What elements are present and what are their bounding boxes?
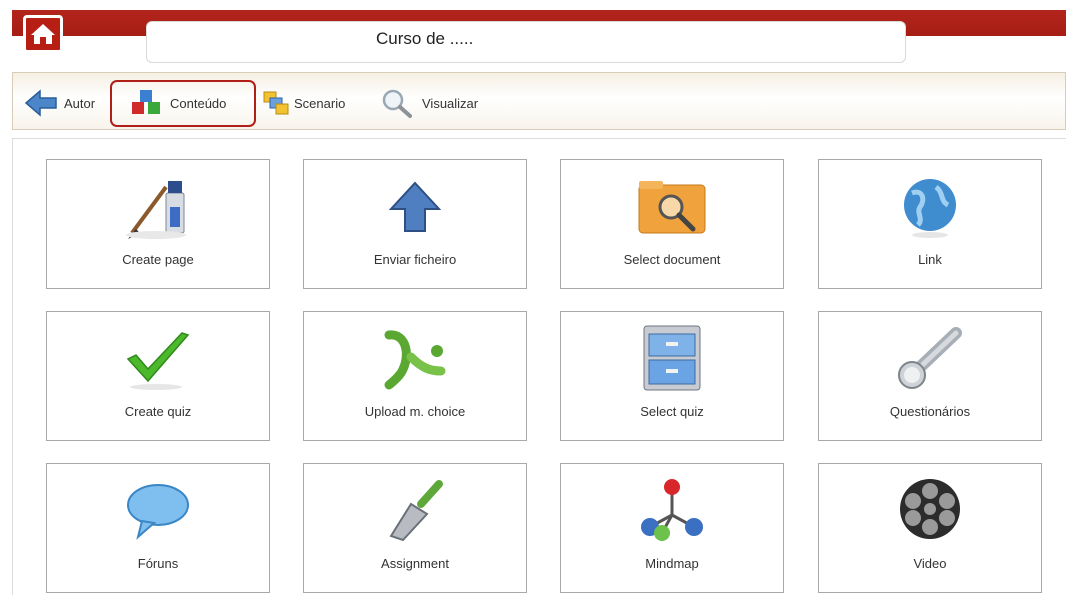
- filing-cabinet-icon: [632, 322, 712, 396]
- paintbrush-icon: [118, 170, 198, 244]
- tile-mindmap[interactable]: Mindmap: [560, 463, 784, 593]
- home-button[interactable]: [23, 15, 63, 53]
- tile-label: Link: [918, 252, 942, 267]
- toolbar-autor-button[interactable]: Autor: [24, 86, 95, 120]
- checkmark-icon: [118, 322, 198, 396]
- tile-label: Create quiz: [124, 404, 192, 419]
- tile-link[interactable]: Link: [818, 159, 1042, 289]
- globe-icon: [890, 170, 970, 244]
- tile-label: Mindmap: [645, 556, 699, 571]
- scenario-icon: [262, 90, 290, 116]
- tile-label: Upload m. choice: [364, 404, 466, 419]
- magnifier-icon: [380, 87, 414, 119]
- flashlight-icon: [890, 322, 970, 396]
- folder-search-icon: [632, 170, 712, 244]
- tile-label: Enviar ficheiro: [373, 252, 457, 267]
- speech-bubble-icon: [118, 474, 198, 548]
- mindmap-nodes-icon: [632, 474, 712, 548]
- tile-label: Create page: [122, 252, 194, 267]
- tile-questionarios[interactable]: Questionários: [818, 311, 1042, 441]
- tile-select-quiz[interactable]: Select quiz: [560, 311, 784, 441]
- toolbar-visualizar-button[interactable]: Visualizar: [380, 86, 478, 120]
- film-reel-icon: [890, 474, 970, 548]
- tile-enviar-ficheiro[interactable]: Enviar ficheiro: [303, 159, 527, 289]
- tile-label: Assignment: [381, 556, 449, 571]
- toolbar-conteudo-label: Conteúdo: [170, 95, 227, 111]
- tile-label: Questionários: [889, 404, 971, 419]
- upload-arrow-icon: [375, 170, 455, 244]
- home-icon: [31, 24, 55, 44]
- toolbar-conteudo-button[interactable]: Conteúdo: [130, 86, 226, 120]
- toolbar-scenario-label: Scenario: [294, 95, 346, 111]
- toolbar-autor-label: Autor: [64, 95, 96, 111]
- tile-label: Fóruns: [137, 556, 179, 571]
- tile-create-quiz[interactable]: Create quiz: [46, 311, 270, 441]
- tile-foruns[interactable]: Fóruns: [46, 463, 270, 593]
- course-title: Curso de .....: [376, 29, 474, 48]
- excel-x-icon: [375, 322, 455, 396]
- toolbar-scenario-button[interactable]: Scenario: [262, 86, 345, 120]
- tile-upload-m-choice[interactable]: Upload m. choice: [303, 311, 527, 441]
- back-arrow-icon: [24, 88, 58, 118]
- tile-label: Select document: [623, 252, 721, 267]
- toolbar-visualizar-label: Visualizar: [422, 95, 479, 111]
- colored-blocks-icon: [130, 88, 164, 118]
- tile-assignment[interactable]: Assignment: [303, 463, 527, 593]
- tile-video[interactable]: Video: [818, 463, 1042, 593]
- tile-create-page[interactable]: Create page: [46, 159, 270, 289]
- trowel-icon: [375, 474, 455, 548]
- tile-label: Select quiz: [640, 404, 704, 419]
- tile-label: Video: [913, 556, 947, 571]
- course-title-field[interactable]: [146, 21, 906, 63]
- tile-select-document[interactable]: Select document: [560, 159, 784, 289]
